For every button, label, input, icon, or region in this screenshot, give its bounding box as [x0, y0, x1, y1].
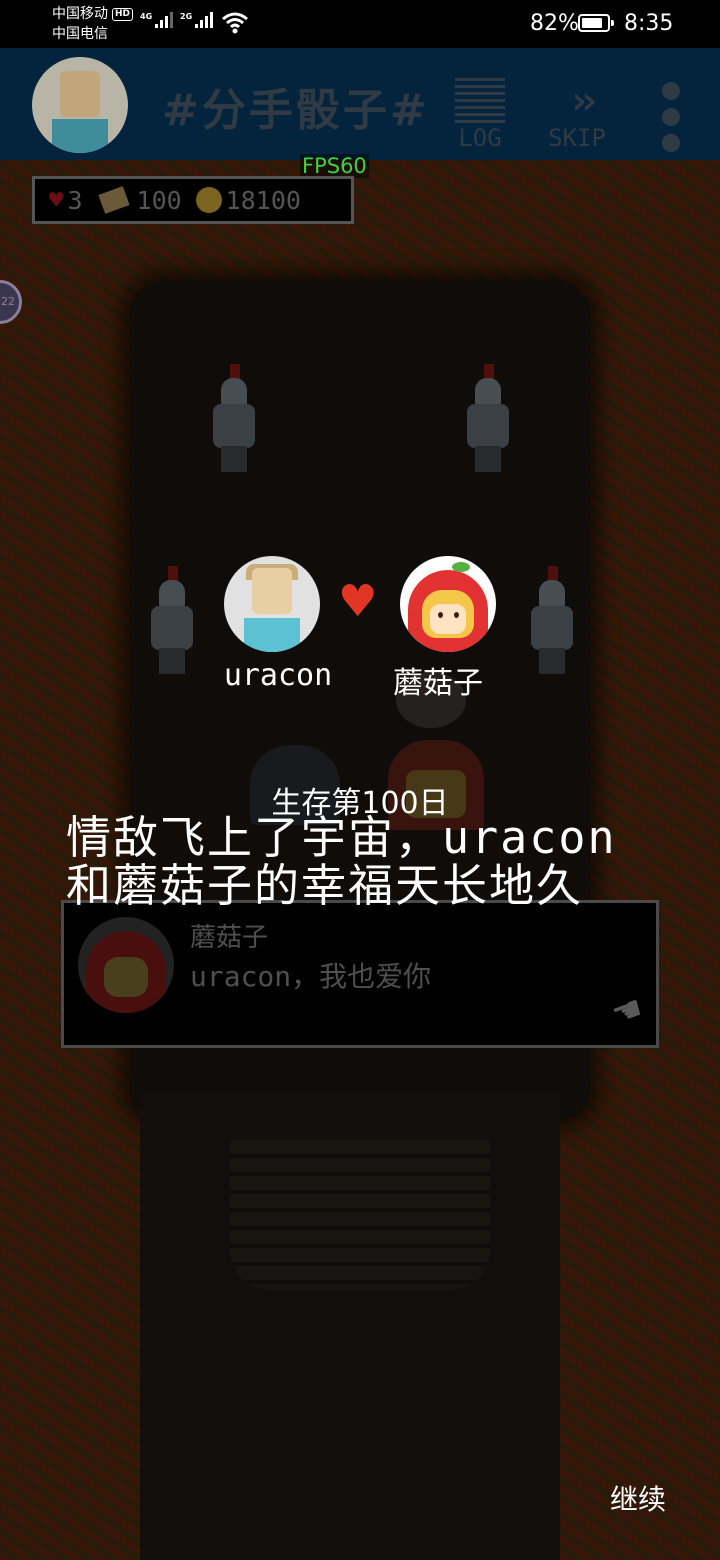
wifi-icon — [222, 12, 248, 34]
right-character-name: 蘑菇子 — [393, 666, 483, 701]
hearts-count: 3 — [67, 185, 83, 215]
heart-icon: ♥ — [49, 186, 64, 214]
coins-count: 18100 — [225, 185, 301, 215]
dialog-text: uracon，我也爱你 — [190, 960, 432, 993]
skip-label: SKIP — [548, 124, 606, 152]
book-icon — [97, 186, 130, 214]
moguzi-portrait — [400, 556, 496, 652]
speaker-name: 蘑菇子 — [190, 923, 269, 953]
left-character-name: uracon — [223, 658, 333, 693]
battery-level-fill — [582, 18, 602, 28]
carrier-1: 中国移动 — [52, 6, 108, 22]
status-bar: 中国移动 HD 中国电信 4G 2G 82% 8:35 — [0, 0, 720, 48]
player-avatar[interactable] — [32, 57, 128, 153]
stats-panel: ♥ 3 100 18100 — [32, 176, 354, 224]
fps-counter: FPS60 — [300, 154, 369, 178]
heart-icon: ♥ — [338, 576, 378, 627]
game-title: #分手骰子# — [162, 85, 430, 136]
battery-icon — [578, 14, 614, 32]
uracon-portrait — [224, 556, 320, 652]
pointer-hand-icon: ☚ — [606, 987, 649, 1036]
signal-2-icon: 2G — [180, 12, 214, 28]
coin-icon — [195, 187, 222, 213]
battery-percent: 82% — [530, 11, 579, 36]
clock: 8:35 — [624, 11, 674, 36]
network-2-label: 2G — [180, 12, 193, 21]
fast-forward-icon: ›› — [566, 78, 601, 124]
ending-text: 情敌飞上了宇宙，uracon和蘑菇子的幸福天长地久 — [66, 811, 617, 912]
books-count: 100 — [136, 185, 182, 215]
more-menu-button[interactable] — [662, 82, 682, 160]
network-1-label: 4G — [140, 12, 153, 21]
hd-badge: HD — [112, 7, 134, 21]
dialog-box[interactable]: 蘑菇子 uracon，我也爱你 ☚ — [61, 900, 659, 1048]
log-icon — [455, 78, 505, 124]
signal-1-icon: 4G — [140, 12, 174, 28]
log-button[interactable]: LOG — [452, 78, 508, 152]
carrier-info: 中国移动 HD 中国电信 — [52, 4, 134, 44]
log-label: LOG — [458, 124, 502, 152]
skip-button[interactable]: ›› SKIP — [542, 78, 612, 152]
continue-button[interactable]: 继续 — [610, 1478, 666, 1518]
carrier-2: 中国电信 — [52, 26, 108, 42]
speaker-avatar — [78, 917, 174, 1013]
